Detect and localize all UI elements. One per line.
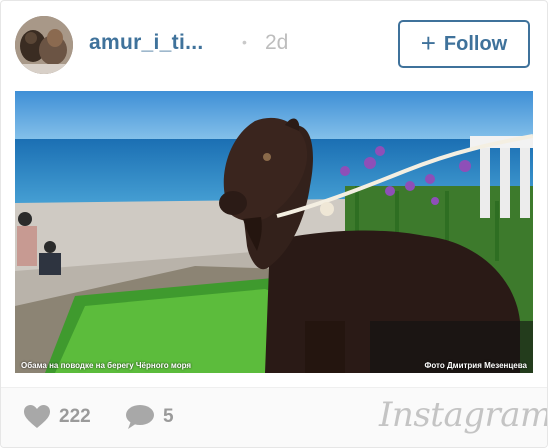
instagram-post-card: amur_i_ti... • 2d + Follow Обама на пово… — [0, 0, 548, 448]
plus-icon: + — [420, 28, 436, 58]
separator-dot: • — [242, 34, 247, 50]
post-photo[interactable]: Обама на поводке на берегу Чёрного моря … — [15, 91, 533, 373]
comments-counter[interactable]: 5 — [125, 404, 174, 430]
likes-counter[interactable]: 222 — [23, 404, 91, 430]
instagram-logo[interactable]: Instagram — [379, 395, 547, 435]
heart-icon — [24, 405, 50, 428]
comments-count: 5 — [163, 406, 174, 427]
likes-count: 222 — [59, 406, 91, 427]
follow-button[interactable]: + Follow — [398, 20, 530, 68]
avatar-image — [15, 16, 73, 74]
speech-bubble-icon — [126, 405, 154, 429]
username-link[interactable]: amur_i_ti... — [89, 31, 203, 55]
photo-caption-left: Обама на поводке на берегу Чёрного моря — [21, 361, 192, 370]
photo-caption-right: Фото Дмитрия Мезенцева — [424, 361, 527, 370]
post-time[interactable]: 2d — [265, 31, 288, 55]
user-avatar[interactable] — [15, 16, 73, 74]
follow-label: Follow — [443, 32, 508, 55]
goat-photo — [15, 91, 533, 373]
